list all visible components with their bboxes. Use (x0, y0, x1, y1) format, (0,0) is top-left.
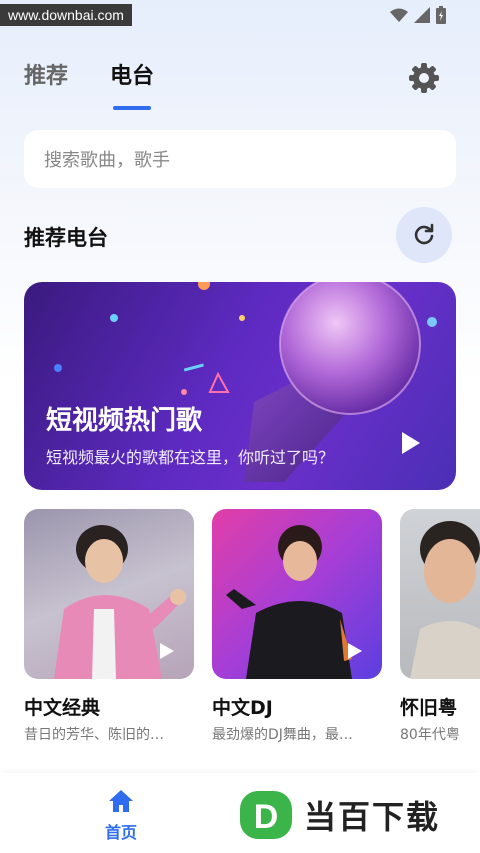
play-icon[interactable] (402, 432, 420, 454)
settings-button[interactable] (408, 62, 440, 94)
top-tabs: 推荐 电台 (24, 58, 154, 100)
section-title: 推荐电台 (24, 226, 108, 250)
singer-portrait (410, 521, 480, 679)
nav-home-label: 首页 (104, 823, 137, 842)
card-cover-image (212, 509, 382, 679)
radio-card-chinese-dj[interactable]: 中文DJ 最劲爆的DJ舞曲，最… (212, 509, 382, 744)
radio-cards-row: 中文经典 昔日的芳华、陈旧的… 中文DJ 最劲爆的DJ舞曲，最… 怀旧粤 80年… (24, 509, 480, 749)
home-icon (109, 790, 133, 812)
banner-title: 短视频热门歌 (46, 406, 203, 436)
brand-logo: D (240, 791, 292, 839)
card-description: 最劲爆的DJ舞曲，最… (212, 727, 353, 743)
card-cover-image (400, 509, 480, 679)
status-icons (390, 6, 446, 24)
refresh-button[interactable] (396, 207, 452, 263)
refresh-icon (414, 223, 434, 245)
brand-text: 当百下载 (304, 798, 441, 836)
search-input[interactable]: 搜索歌曲，歌手 (24, 130, 456, 188)
tab-recommend[interactable]: 推荐 (24, 58, 68, 100)
radio-card-cantonese-oldies[interactable]: 怀旧粤 80年代粤 (400, 509, 480, 744)
play-icon[interactable] (160, 643, 174, 659)
status-bar: www.downbai.com (0, 0, 480, 28)
nav-home[interactable]: 首页 (100, 789, 142, 843)
radio-card-chinese-classic[interactable]: 中文经典 昔日的芳华、陈旧的… (24, 509, 194, 744)
brand-watermark: D 当百下载 (236, 782, 476, 848)
card-description: 80年代粤 (400, 727, 460, 743)
banner-short-video[interactable]: 短视频热门歌 短视频最火的歌都在这里，你听过了吗？ (24, 282, 456, 490)
banner-subtitle: 短视频最火的歌都在这里，你听过了吗？ (46, 448, 335, 467)
watermark-label: www.downbai.com (0, 4, 132, 26)
card-title: 中文经典 (24, 697, 101, 719)
tab-radio[interactable]: 电台 (110, 58, 154, 100)
wifi-icon (390, 8, 408, 22)
gear-icon (409, 63, 439, 93)
brand-logo-letter: D (254, 798, 279, 836)
card-description: 昔日的芳华、陈旧的… (24, 727, 164, 743)
card-title: 中文DJ (212, 697, 273, 719)
battery-icon (436, 6, 446, 24)
card-title: 怀旧粤 (400, 697, 458, 719)
signal-icon (414, 7, 430, 23)
search-placeholder: 搜索歌曲，歌手 (44, 150, 170, 171)
play-icon[interactable] (348, 643, 362, 659)
card-cover-image (24, 509, 194, 679)
